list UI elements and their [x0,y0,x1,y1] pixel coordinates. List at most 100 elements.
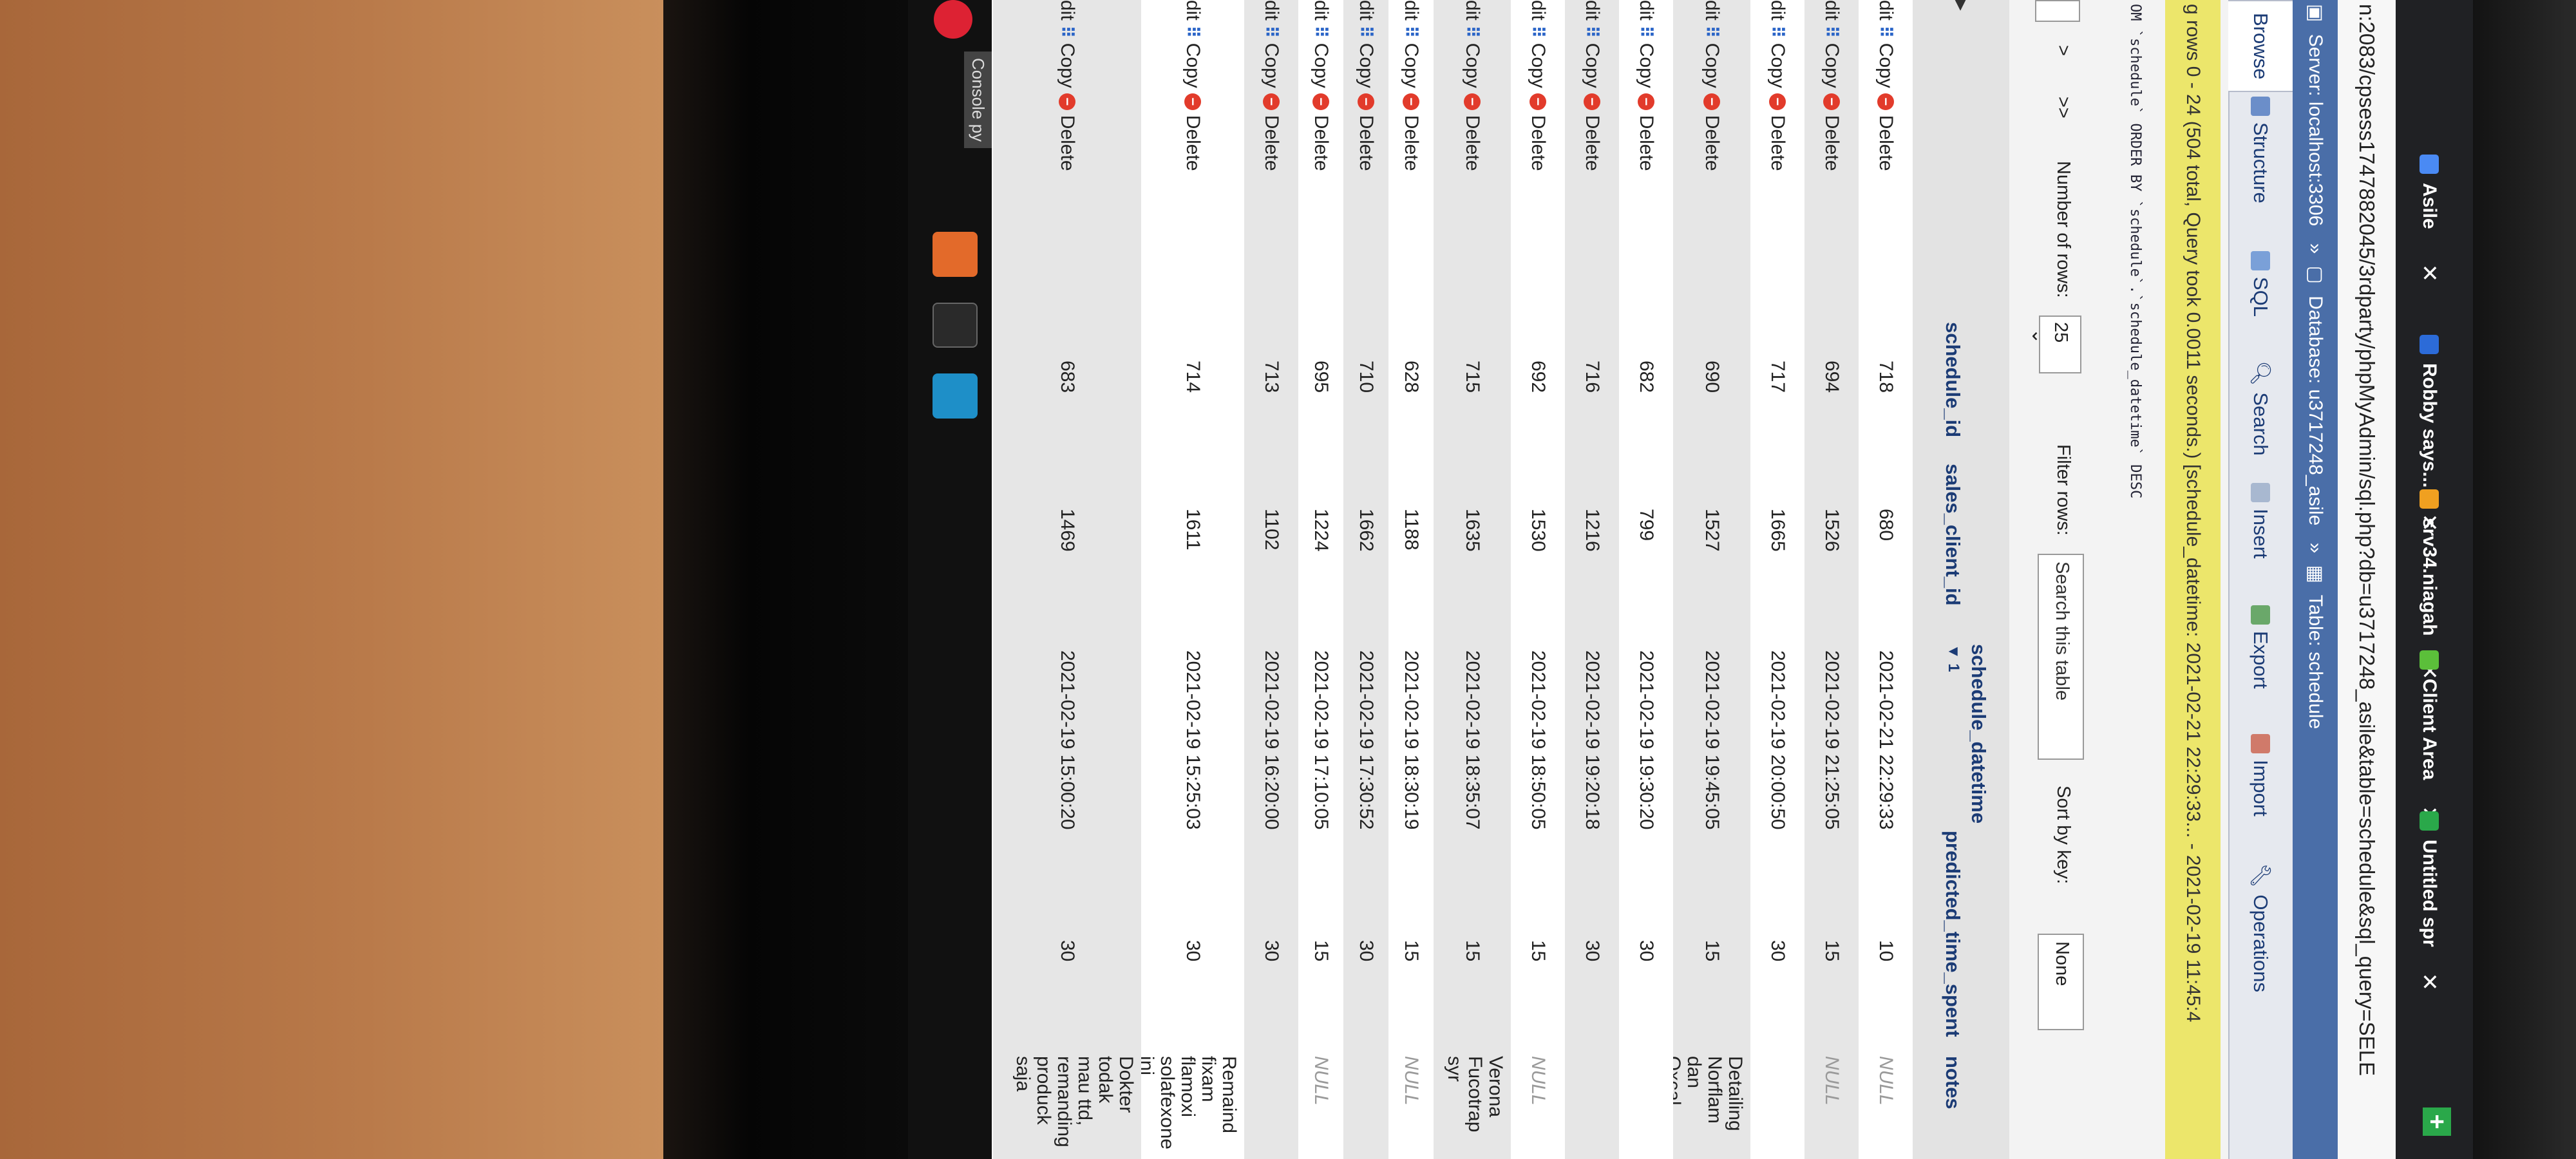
delete-link[interactable]: Delete [1056,115,1078,171]
cell-predicted-time-spent[interactable]: 30 [1182,940,1204,961]
edit-link[interactable]: dit [1875,0,1897,21]
copy-link[interactable]: Copy [1355,43,1377,88]
cell-predicted-time-spent[interactable]: 30 [1766,940,1788,961]
sort-arrow-icon[interactable]: ▸ [1950,0,1973,10]
column-header-notes[interactable]: notes [1941,1056,1964,1109]
cell-schedule-datetime[interactable]: 2021-02-19 19:45:05 [1701,650,1723,830]
cell-notes[interactable]: Verona Fucotrap syr [1444,1056,1506,1133]
cell-schedule-id[interactable]: 710 [1355,361,1377,393]
cell-sales-client-id[interactable]: 1530 [1527,509,1549,552]
tab-browse[interactable]: Browse [2228,0,2293,93]
breadcrumb-server[interactable]: Server: localhost:3306 [2305,34,2326,227]
cell-schedule-id[interactable]: 683 [1056,361,1078,393]
cell-predicted-time-spent[interactable]: 30 [1355,940,1377,961]
cell-notes[interactable]: Detailing Norflam dan Oxcal [1663,1056,1746,1133]
tab-insert[interactable]: Insert [2228,483,2293,559]
edit-link[interactable]: dit [1635,0,1657,21]
column-header-sales-client-id[interactable]: sales_client_id [1941,464,1964,606]
cell-schedule-id[interactable]: 714 [1182,361,1204,393]
edit-link[interactable]: dit [1527,0,1549,21]
edit-link[interactable]: dit [1581,0,1603,21]
cell-schedule-id[interactable]: 715 [1461,361,1483,393]
tab-import[interactable]: Import [2228,734,2293,816]
cell-sales-client-id[interactable]: 1526 [1821,509,1842,552]
breadcrumb-database[interactable]: Database: u3717248_asile [2305,296,2326,525]
tab-export[interactable]: Export [2228,605,2293,689]
edit-link[interactable]: dit [1260,0,1282,21]
delete-link[interactable]: Delete [1182,115,1204,171]
delete-link[interactable]: Delete [1635,115,1657,171]
cell-notes[interactable]: NULL [1400,1056,1422,1106]
next-page-button[interactable]: > [2052,45,2074,56]
cell-schedule-id[interactable]: 692 [1527,361,1549,393]
copy-link[interactable]: Copy [1260,43,1282,88]
cell-sales-client-id[interactable]: 680 [1875,509,1897,541]
tab-sql[interactable]: SQL [2228,251,2293,317]
cell-schedule-datetime[interactable]: 2021-02-19 18:35:07 [1461,650,1483,830]
delete-link[interactable]: Delete [1766,115,1788,171]
copy-link[interactable]: Copy [1056,43,1078,88]
cell-sales-client-id[interactable]: 1188 [1400,509,1422,551]
breadcrumb-table[interactable]: Table: schedule [2305,595,2326,729]
cell-schedule-datetime[interactable]: 2021-02-19 19:30:20 [1635,650,1657,830]
browser-tab-client-area[interactable]: Client Area ✕ [2403,650,2455,824]
copy-link[interactable]: Copy [1310,43,1332,88]
cell-predicted-time-spent[interactable]: 30 [1260,940,1282,961]
cell-notes[interactable]: Dokter todak mau ttd, remanding produck … [1012,1056,1137,1147]
edit-link[interactable]: dit [1056,0,1078,21]
cell-predicted-time-spent[interactable]: 10 [1875,940,1897,961]
cell-schedule-id[interactable]: 682 [1635,361,1657,393]
tab-operations[interactable]: 🔧︎ Operations [2228,863,2293,992]
edit-link[interactable]: dit [1461,0,1483,21]
cell-sales-client-id[interactable]: 1224 [1310,509,1332,552]
new-tab-plus-icon[interactable]: + [2423,1107,2451,1136]
copy-link[interactable]: Copy [1527,43,1549,88]
cell-predicted-time-spent[interactable]: 15 [1400,940,1422,961]
edit-link[interactable]: dit [1182,0,1204,21]
close-tab-icon[interactable]: ✕ [2416,973,2442,992]
cell-sales-client-id[interactable]: 1469 [1056,509,1078,552]
edit-link[interactable]: dit [1766,0,1788,21]
column-header-schedule-id[interactable]: schedule_id [1941,322,1964,437]
copy-link[interactable]: Copy [1701,43,1723,88]
copy-link[interactable]: Copy [1581,43,1603,88]
delete-link[interactable]: Delete [1821,115,1842,171]
cell-sales-client-id[interactable]: 1665 [1766,509,1788,552]
cell-schedule-datetime[interactable]: 2021-02-21 22:29:33 [1875,650,1897,830]
delete-link[interactable]: Delete [1355,115,1377,171]
edit-link[interactable]: dit [1821,0,1842,21]
cell-predicted-time-spent[interactable]: 30 [1635,940,1657,961]
cell-sales-client-id[interactable]: 1611 [1182,509,1204,551]
app-terminal-icon[interactable] [933,303,978,348]
cell-predicted-time-spent[interactable]: 15 [1310,940,1332,961]
column-header-schedule-datetime[interactable]: schedule_datetime ▼ 1 [1942,644,1990,824]
app-blue-icon[interactable] [933,373,978,419]
edit-link[interactable]: dit [1355,0,1377,21]
address-bar[interactable]: n:2083/cpsess1747882045/3rdparty/phpMyAd… [2338,0,2396,1159]
last-page-button[interactable]: >> [2052,97,2074,118]
copy-link[interactable]: Copy [1182,43,1204,88]
cell-schedule-datetime[interactable]: 2021-02-19 18:30:19 [1400,650,1422,830]
cell-schedule-datetime[interactable]: 2021-02-19 20:00:50 [1766,650,1788,830]
edit-link[interactable]: dit [1701,0,1723,21]
cell-schedule-id[interactable]: 718 [1875,361,1897,393]
column-header-predicted-time-spent[interactable]: predicted_time_spent [1941,831,1964,1037]
copy-link[interactable]: Copy [1400,43,1422,88]
cell-sales-client-id[interactable]: 1216 [1581,509,1603,552]
cell-schedule-datetime[interactable]: 2021-02-19 21:25:05 [1821,650,1842,830]
cell-notes[interactable]: NULL [1821,1056,1842,1106]
cell-schedule-id[interactable]: 628 [1400,361,1422,393]
cell-schedule-id[interactable]: 716 [1581,361,1603,393]
sort-by-key-select[interactable]: None [2038,934,2084,1030]
cell-predicted-time-spent[interactable]: 15 [1701,940,1723,961]
cell-schedule-id[interactable]: 695 [1310,361,1332,393]
number-of-rows-select[interactable]: 25 ⌄ [2028,316,2081,373]
cell-sales-client-id[interactable]: 1635 [1461,509,1483,552]
cell-notes[interactable]: Remaind fixam flamoxi solafexone inj [1136,1056,1240,1149]
cell-schedule-datetime[interactable]: 2021-02-19 15:25:03 [1182,650,1204,830]
cell-notes[interactable]: NULL [1310,1056,1332,1106]
edit-link[interactable]: dit [1400,0,1422,21]
cell-schedule-datetime[interactable]: 2021-02-19 16:20:00 [1260,650,1282,830]
cell-predicted-time-spent[interactable]: 15 [1461,940,1483,961]
browser-tab-untitled-spreadsheet[interactable]: Untitled spr ✕ [2403,811,2455,991]
